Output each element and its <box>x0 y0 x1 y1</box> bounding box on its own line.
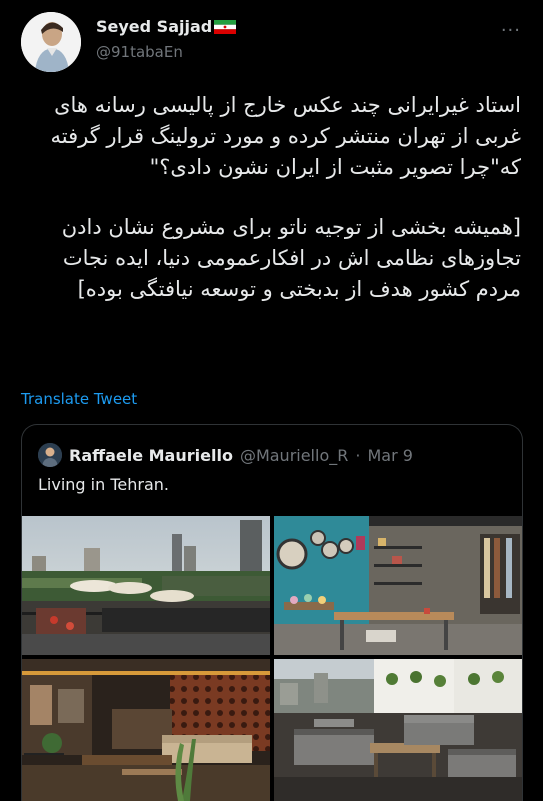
quoted-author-handle[interactable]: @Mauriello_R <box>240 446 348 465</box>
quoted-tweet-date[interactable]: Mar 9 <box>367 446 412 465</box>
quoted-tweet-header: Raffaele Mauriello @Mauriello_R · Mar 9 <box>38 443 413 467</box>
photo-rooftop-terrace[interactable] <box>274 659 522 801</box>
quoted-tweet[interactable]: Raffaele Mauriello @Mauriello_R · Mar 9 … <box>21 424 523 801</box>
tweet-paragraph-1: استاد غیرایرانی چند عکس خارج از پالیسی ر… <box>50 93 521 179</box>
quoted-author-avatar[interactable] <box>38 443 62 467</box>
meta-separator: · <box>355 445 361 465</box>
iran-flag-icon <box>214 19 237 34</box>
photo-rooftop-cafe[interactable] <box>22 516 270 655</box>
translate-tweet-link[interactable]: Translate Tweet <box>21 390 137 408</box>
quoted-tweet-text: Living in Tehran. <box>38 475 169 494</box>
author-avatar[interactable] <box>21 12 81 72</box>
author-name-row[interactable]: Seyed Sajjad <box>96 17 237 36</box>
photo-grid <box>22 516 522 801</box>
tweet-paragraph-2: [همیشه بخشی از توجیه ناتو برای مشروع نشا… <box>61 215 521 301</box>
more-options-icon[interactable]: ··· <box>501 20 521 41</box>
quoted-author-name[interactable]: Raffaele Mauriello <box>69 446 233 465</box>
photo-shop-interior[interactable] <box>274 516 522 655</box>
tweet-text: استاد غیرایرانی چند عکس خارج از پالیسی ر… <box>22 90 521 334</box>
author-handle[interactable]: @91tabaEn <box>96 43 183 61</box>
photo-lounge-interior[interactable] <box>22 659 270 801</box>
author-name[interactable]: Seyed Sajjad <box>96 17 212 36</box>
